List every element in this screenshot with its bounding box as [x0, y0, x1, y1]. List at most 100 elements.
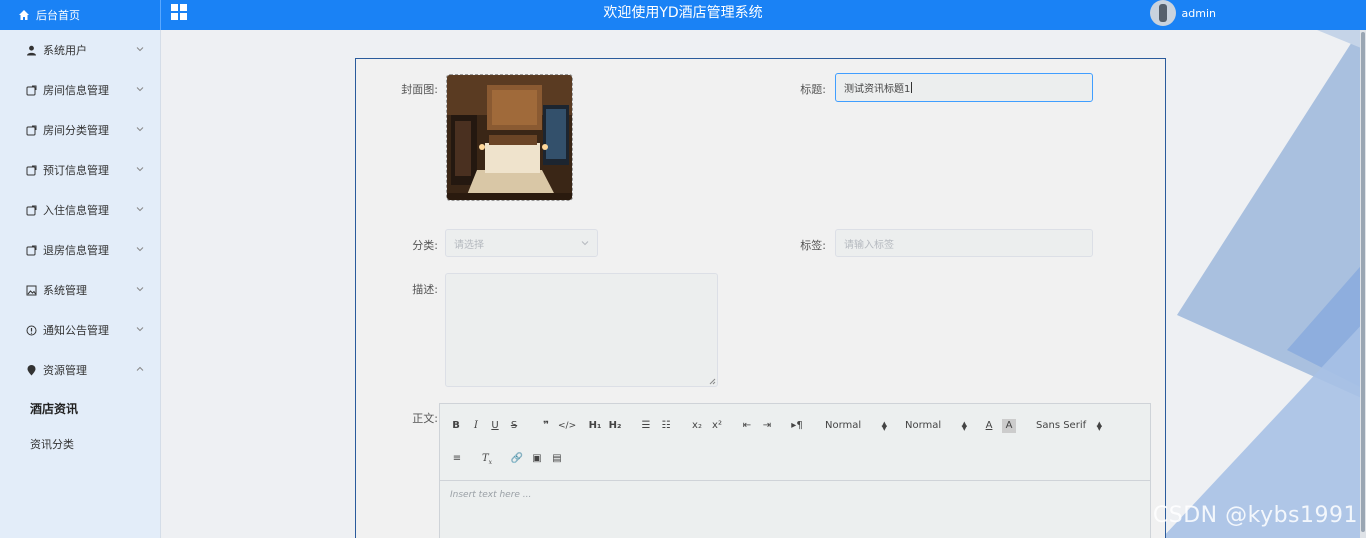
home-icon — [19, 10, 29, 20]
title-value: 测试资讯标题1 — [844, 84, 911, 95]
sidebar-subitem-news-category[interactable]: 资讯分类 — [0, 426, 160, 462]
watermark: CSDN @kybs1991 — [1152, 503, 1358, 528]
title-label: 标题: — [800, 83, 826, 96]
superscript-icon[interactable]: x² — [710, 419, 724, 433]
username: admin — [1181, 6, 1216, 20]
italic-icon[interactable]: I — [470, 419, 482, 433]
document-icon — [26, 125, 37, 135]
video-icon[interactable]: ▤ — [550, 452, 564, 466]
description-textarea[interactable] — [445, 273, 718, 387]
header-picker[interactable]: Normal ▲ ▼ — [825, 419, 887, 433]
bullet-list-icon[interactable]: ☷ — [659, 419, 673, 433]
chevron-down-icon — [136, 127, 144, 132]
chevron-down-icon — [136, 287, 144, 292]
outdent-icon[interactable]: ⇤ — [740, 419, 754, 433]
resize-handle-icon[interactable] — [709, 378, 716, 385]
description-label: 描述: — [412, 283, 438, 296]
sidebar: 系统用户 房间信息管理 房间分类管理 预订信息管理 入住信息管理 退房信息管理 … — [0, 30, 161, 538]
info-circle-icon — [26, 325, 37, 335]
font-picker-label: Sans Serif — [1036, 420, 1087, 431]
sidebar-item-label: 系统管理 — [43, 284, 87, 297]
home-link[interactable]: 后台首页 — [0, 0, 161, 30]
align-icon[interactable]: ≡ — [450, 452, 464, 466]
top-bar: 欢迎使用YD酒店管理系统 后台首页 admin — [0, 0, 1366, 30]
chevron-down-icon — [136, 207, 144, 212]
heading-1-icon[interactable]: H₁ — [588, 419, 602, 433]
menu-toggle-icon[interactable] — [171, 4, 187, 20]
picker-arrow-icon: ▲ ▼ — [1096, 420, 1102, 432]
cover-image-upload[interactable] — [446, 74, 573, 201]
picture-icon — [26, 285, 37, 295]
vertical-scrollbar[interactable] — [1360, 30, 1366, 538]
underline-icon[interactable]: U — [489, 419, 501, 433]
category-placeholder: 请选择 — [454, 239, 484, 251]
category-label: 分类: — [412, 239, 438, 252]
image-icon[interactable]: ▣ — [530, 452, 544, 466]
sidebar-item-label: 资源管理 — [43, 364, 87, 377]
size-picker[interactable]: Normal ▲ ▼ — [905, 419, 967, 433]
heading-2-icon[interactable]: H₂ — [608, 419, 622, 433]
editor-placeholder[interactable]: Insert text here ... — [450, 490, 531, 500]
cover-image — [447, 75, 572, 200]
sidebar-item-label: 系统用户 — [43, 44, 87, 57]
chevron-down-icon — [136, 47, 144, 52]
main-content: 封面图: 标题: 测试资讯标题1 分类: 请选择 标签: 请输入标签 描述: 正… — [162, 30, 1366, 538]
sidebar-item-checkin[interactable]: 入住信息管理 — [0, 190, 160, 230]
font-picker[interactable]: Sans Serif ▲ ▼ — [1036, 419, 1102, 433]
rich-text-editor: B I U S ❞ </> H₁ H₂ ☰ ☷ x₂ x² ⇤ ⇥ ▸¶ Nor… — [439, 403, 1151, 538]
picker-arrow-icon: ▲ ▼ — [881, 420, 887, 432]
chevron-down-icon — [136, 87, 144, 92]
avatar[interactable] — [1149, 0, 1176, 26]
document-icon — [26, 165, 37, 175]
code-block-icon[interactable]: </> — [558, 419, 576, 433]
link-icon[interactable]: 🔗 — [510, 452, 524, 466]
sidebar-item-label: 通知公告管理 — [43, 324, 109, 337]
sidebar-item-resources[interactable]: 资源管理 — [0, 350, 160, 390]
document-icon — [26, 245, 37, 255]
sidebar-item-room-info[interactable]: 房间信息管理 — [0, 70, 160, 110]
chevron-down-icon — [136, 167, 144, 172]
indent-icon[interactable]: ⇥ — [760, 419, 774, 433]
strikethrough-icon[interactable]: S — [508, 419, 520, 433]
editor-toolbar: B I U S ❞ </> H₁ H₂ ☰ ☷ x₂ x² ⇤ ⇥ ▸¶ Nor… — [440, 404, 1150, 481]
clear-format-icon[interactable]: Tx — [480, 452, 494, 466]
location-pin-icon — [27, 364, 36, 375]
cover-label: 封面图: — [401, 83, 438, 96]
background-color-icon[interactable]: A — [1002, 419, 1016, 433]
picker-arrow-icon: ▲ ▼ — [961, 420, 967, 432]
sidebar-item-booking[interactable]: 预订信息管理 — [0, 150, 160, 190]
sidebar-item-system-management[interactable]: 系统管理 — [0, 270, 160, 310]
sidebar-item-room-category[interactable]: 房间分类管理 — [0, 110, 160, 150]
ordered-list-icon[interactable]: ☰ — [639, 419, 653, 433]
user-menu[interactable]: admin — [1149, 0, 1216, 26]
text-color-icon[interactable]: A — [982, 419, 996, 433]
chevron-up-icon — [136, 366, 144, 371]
sidebar-subitem-hotel-news[interactable]: 酒店资讯 — [0, 390, 160, 426]
category-select[interactable]: 请选择 — [445, 229, 598, 257]
chevron-down-icon — [581, 241, 589, 246]
blockquote-icon[interactable]: ❞ — [539, 419, 553, 433]
sidebar-item-label: 入住信息管理 — [43, 204, 109, 217]
sidebar-item-notice[interactable]: 通知公告管理 — [0, 310, 160, 350]
chevron-down-icon — [136, 247, 144, 252]
sidebar-item-system-users[interactable]: 系统用户 — [0, 30, 160, 70]
home-label: 后台首页 — [36, 9, 80, 22]
tags-label: 标签: — [800, 239, 826, 252]
edit-form-card: 封面图: 标题: 测试资讯标题1 分类: 请选择 标签: 请输入标签 描述: 正… — [355, 58, 1166, 538]
size-picker-label: Normal — [905, 420, 942, 431]
document-icon — [26, 205, 37, 215]
document-icon — [26, 85, 37, 95]
subscript-icon[interactable]: x₂ — [690, 419, 704, 433]
sidebar-item-label: 预订信息管理 — [43, 164, 109, 177]
scrollbar-thumb[interactable] — [1361, 32, 1365, 532]
text-direction-icon[interactable]: ▸¶ — [790, 419, 804, 433]
content-label: 正文: — [412, 412, 438, 425]
tags-placeholder: 请输入标签 — [844, 239, 894, 251]
title-input[interactable]: 测试资讯标题1 — [835, 73, 1093, 102]
sidebar-item-label: 房间信息管理 — [43, 84, 109, 97]
bold-icon[interactable]: B — [450, 419, 462, 433]
chevron-down-icon — [136, 327, 144, 332]
tags-input[interactable]: 请输入标签 — [835, 229, 1093, 257]
sidebar-item-checkout[interactable]: 退房信息管理 — [0, 230, 160, 270]
sidebar-item-label: 退房信息管理 — [43, 244, 109, 257]
